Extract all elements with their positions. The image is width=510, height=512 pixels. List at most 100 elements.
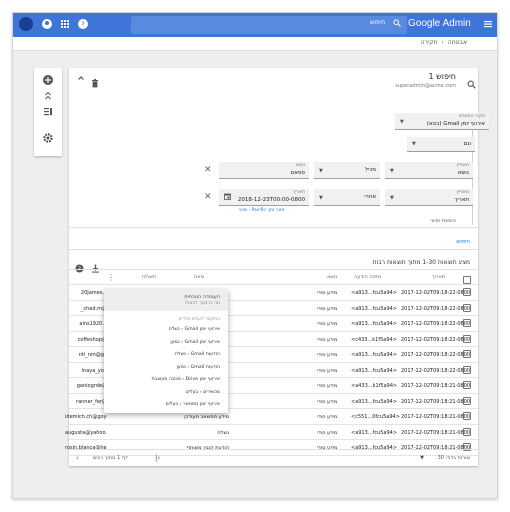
column-option-item[interactable]: אירועי יומן Gmail ‹ נשלח (169, 327, 220, 332)
chevron-down-icon: ▼ (390, 195, 394, 201)
chevron-down-icon: ▼ (319, 195, 323, 201)
cell-date: 2017-12-02T09:18:21-0800 (401, 429, 471, 436)
cell-message-id: <a913...fcu5a94> (351, 352, 398, 358)
select-all-checkbox[interactable] (463, 276, 471, 284)
search-button[interactable]: חיפוש (456, 239, 470, 245)
cell-subject: מידע סודי (317, 352, 338, 358)
add-condition-button[interactable]: הוספת תנאי (430, 218, 456, 224)
chevron-down-icon: ▼ (390, 168, 394, 174)
and-operator-value: וגם (463, 141, 471, 147)
delete-icon[interactable] (91, 73, 99, 92)
current-column-hint: מה ברצונך להציג? (184, 301, 220, 306)
chevron-down-icon: ▼ (400, 119, 404, 125)
remove-condition-icon[interactable]: ✕ (204, 192, 212, 202)
previous-page-icon[interactable]: ‹ (76, 454, 79, 462)
column-option-item[interactable]: מכשירים ‹ בעלים (186, 390, 220, 395)
apps-grid-icon[interactable] (59, 18, 71, 30)
google-admin-logo[interactable]: Google Admin (408, 18, 471, 29)
cell-message-id: <a913...fcu5a94> (351, 367, 398, 374)
table-row[interactable]: 2017-12-02T09:18:21-0800 <a913...fcu5a94>… (65, 425, 478, 440)
column-option-item[interactable]: הודעות Gmail ‹ נשלח (175, 352, 220, 357)
datasource-value: אירועי יומן Gmail (בטא) (426, 121, 485, 127)
cell-message-id: <a913...fcu5a94> (351, 429, 398, 436)
current-column-label: העמודה הנוכחית (184, 294, 220, 300)
add-query-icon[interactable] (42, 74, 54, 86)
column-header-message-id[interactable]: מזהה הודעה (354, 274, 381, 280)
cell-subject: מידע סודי (317, 367, 338, 374)
results-summary: מציג תוצאות 1-30 מתוך תוצאות רבות (372, 259, 470, 266)
cell-subject: מידע סודי (317, 321, 338, 327)
saved-queries-icon[interactable] (42, 106, 54, 118)
collapse-all-icon[interactable] (42, 90, 54, 102)
cell-subject: מידע סודי (317, 429, 338, 436)
cell-sender: ganiogrde@ (76, 383, 107, 389)
table-header (69, 269, 478, 285)
cell-date: 2017-12-02T09:18:21-0800 (401, 383, 471, 389)
cell-sender: coffeshop@ (77, 336, 107, 343)
datasource-select[interactable]: מקור הנתונים אירועי יומן Gmail (בטא) ▼ (395, 113, 489, 130)
column-header-subject[interactable]: נושא (327, 274, 337, 280)
column-header-sender[interactable]: השולח (142, 274, 156, 280)
search-icon (467, 74, 476, 93)
cell-message-id: <a913...fcu5a94> (351, 321, 398, 327)
cell-date: 2017-12-02T09:18:22-0800 (401, 321, 471, 327)
help-icon[interactable]: ? (77, 18, 89, 30)
cond1-operator-select[interactable]: מכיל ▼ (314, 162, 380, 179)
cell-date: 2017-12-02T09:18:22-0800 (401, 367, 471, 374)
cell-sender: 20James.o (80, 290, 107, 296)
column-chooser-menu: העמודה הנוכחית מה ברצונך להציג? המקשר לע… (104, 289, 228, 413)
search-input[interactable]: חיפוש (131, 16, 407, 34)
cell-message-id: <c551...0fcu5a94> (351, 414, 400, 420)
collapse-chevron-icon[interactable] (77, 74, 85, 84)
query-title: חיפוש 1 (428, 72, 457, 81)
cond2-date-value: 2018-12-23T00:00-0800 (237, 197, 305, 203)
search-icon (393, 19, 401, 29)
chevron-down-icon: ▼ (412, 141, 416, 147)
first-page-icon[interactable]: |‹ (155, 454, 160, 462)
column-option-item[interactable]: אירועי יומן מסמאר ‹ בעלים (166, 402, 220, 407)
breadcrumb-parent[interactable]: אבטחה (448, 39, 467, 46)
column-option-item[interactable]: אירועי יומן Drive ‹ מכונה מעוצבת (151, 377, 220, 382)
breadcrumb: אבטחה ‹חקירה (13, 37, 497, 51)
cell-message-id: <a913...fcu5a94> (351, 398, 398, 405)
timezone-hint[interactable]: אזור זמן: Pacific · שינוי (239, 208, 284, 213)
calendar-icon[interactable] (224, 193, 231, 202)
column-option-item[interactable]: הודעות Gmail ‹ נמען (176, 365, 220, 370)
chevron-down-icon: ▼ (319, 168, 323, 174)
cond2-operator-select[interactable]: אחרי ▼ (314, 189, 380, 206)
notifications-icon[interactable] (41, 18, 53, 30)
page-label: דף 1 מתוך רבים (93, 455, 128, 461)
cell-subject: מידע סודי (317, 290, 338, 296)
cell-message-id: <c433...k1f5a94> (351, 336, 397, 343)
settings-gear-icon[interactable] (42, 132, 54, 144)
cell-from: נשלח (217, 429, 229, 436)
cond1-attribute-select[interactable]: מאפיין נושא ▼ (385, 162, 473, 179)
cell-subject: מידע סודי (317, 398, 338, 405)
cell-date: 2017-12-02T09:18:22-0800 (401, 290, 471, 296)
cond1-value-label: נושא (295, 163, 305, 168)
remove-condition-icon[interactable]: ✕ (204, 165, 212, 175)
cell-date: 2017-12-02T09:18:22-0800 (401, 305, 471, 312)
query-owner: superadmin@acme.com (395, 83, 456, 89)
cell-date: 2017-12-02T09:18:22-0800 (401, 352, 471, 358)
cell-sender: ranner_fer@ (76, 398, 107, 405)
divider (69, 227, 478, 228)
account-avatar[interactable] (19, 17, 33, 31)
cell-message-id: <a913...fcu5a94> (351, 290, 398, 296)
column-options-icon[interactable]: ⋮ (107, 273, 115, 282)
current-column-header[interactable]: העמודה הנוכחית מה ברצונך להציג? (104, 289, 228, 311)
cell-sender: augusta@yahoo.com (65, 429, 107, 436)
rows-per-page-select[interactable]: שורות בדף: 30 (438, 455, 470, 461)
main-menu-icon[interactable] (483, 19, 493, 29)
column-option-item[interactable]: אירועי יומן Gmail ‹ נמען (170, 340, 220, 345)
cond2-attribute-select[interactable]: מאפיין תאריך ▼ (385, 189, 473, 206)
breadcrumb-current: חקירה (420, 39, 438, 46)
column-header-from[interactable]: מאת (194, 274, 204, 280)
cell-message-id: <a433...k1f5a94> (351, 383, 398, 389)
column-header-date[interactable]: תאריך (432, 274, 445, 280)
cell-sender: idemich.ch@goyet.co (65, 414, 107, 420)
and-operator-select[interactable]: וגם ▼ (407, 137, 475, 152)
cond1-attribute-value: נושא (457, 170, 469, 176)
cond2-date-input[interactable]: תאריך 2018-12-23T00:00-0800 (219, 189, 309, 206)
cond1-value-input[interactable]: נושא ספאם (219, 162, 309, 179)
